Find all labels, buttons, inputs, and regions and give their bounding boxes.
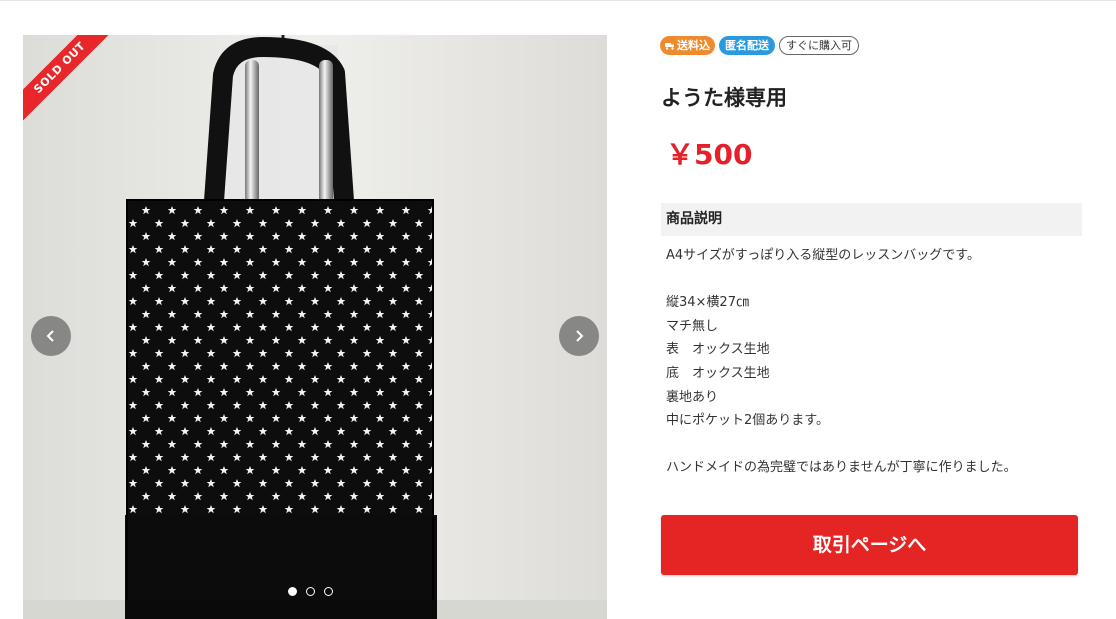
item-description: A4サイズがすっぽり入る縦型のレッスンバッグです。 縦34×横27㎝ マチ無し … [666,244,1076,480]
description-line: A4サイズがすっぽり入る縦型のレッスンバッグです。 [666,248,980,263]
description-line: 表 オックス生地 [666,342,770,358]
item-title: ようた様専用 [661,86,787,110]
description-line [666,433,1076,457]
description-line: マチ無し [666,318,719,334]
description-line: 中にポケット2個あります。 [666,413,829,429]
buy-now-badge: すぐに購入可 [779,36,859,55]
top-divider [0,0,1116,1]
gallery-pagination [288,587,333,596]
description-line: 裏地あり [666,389,719,405]
gallery-next-button[interactable] [559,316,599,356]
buy-now-badge-label: すぐに購入可 [786,39,852,52]
pagination-dot-1[interactable] [288,587,297,596]
anonymous-shipping-badge: 匿名配送 [719,36,775,55]
shipping-badge-label: 送料込 [677,39,710,52]
chevron-left-icon [46,330,54,342]
description-line: 底 オックス生地 [666,365,770,381]
shipping-included-badge: 送料込 [660,36,715,55]
truck-icon [665,42,674,50]
sold-out-label: SOLD OUT [23,35,121,129]
description-line [666,268,1076,292]
item-price: ￥500 [666,138,753,171]
gallery-prev-button[interactable] [31,316,71,356]
product-gallery[interactable]: SOLD OUT [23,35,607,619]
sold-out-ribbon: SOLD OUT [23,35,133,145]
chevron-right-icon [576,330,584,342]
go-to-transaction-button[interactable]: 取引ページへ [661,515,1078,575]
pagination-dot-3[interactable] [324,587,333,596]
description-line: 縦34×横27㎝ [666,295,749,311]
pagination-dot-2[interactable] [306,587,315,596]
anonymous-badge-label: 匿名配送 [725,39,769,52]
description-line: ハンドメイドの為完璧ではありませんが丁寧に作りました。 [666,460,1017,476]
description-header: 商品説明 [661,203,1082,236]
item-badges: 送料込 匿名配送 すぐに購入可 [660,36,859,55]
